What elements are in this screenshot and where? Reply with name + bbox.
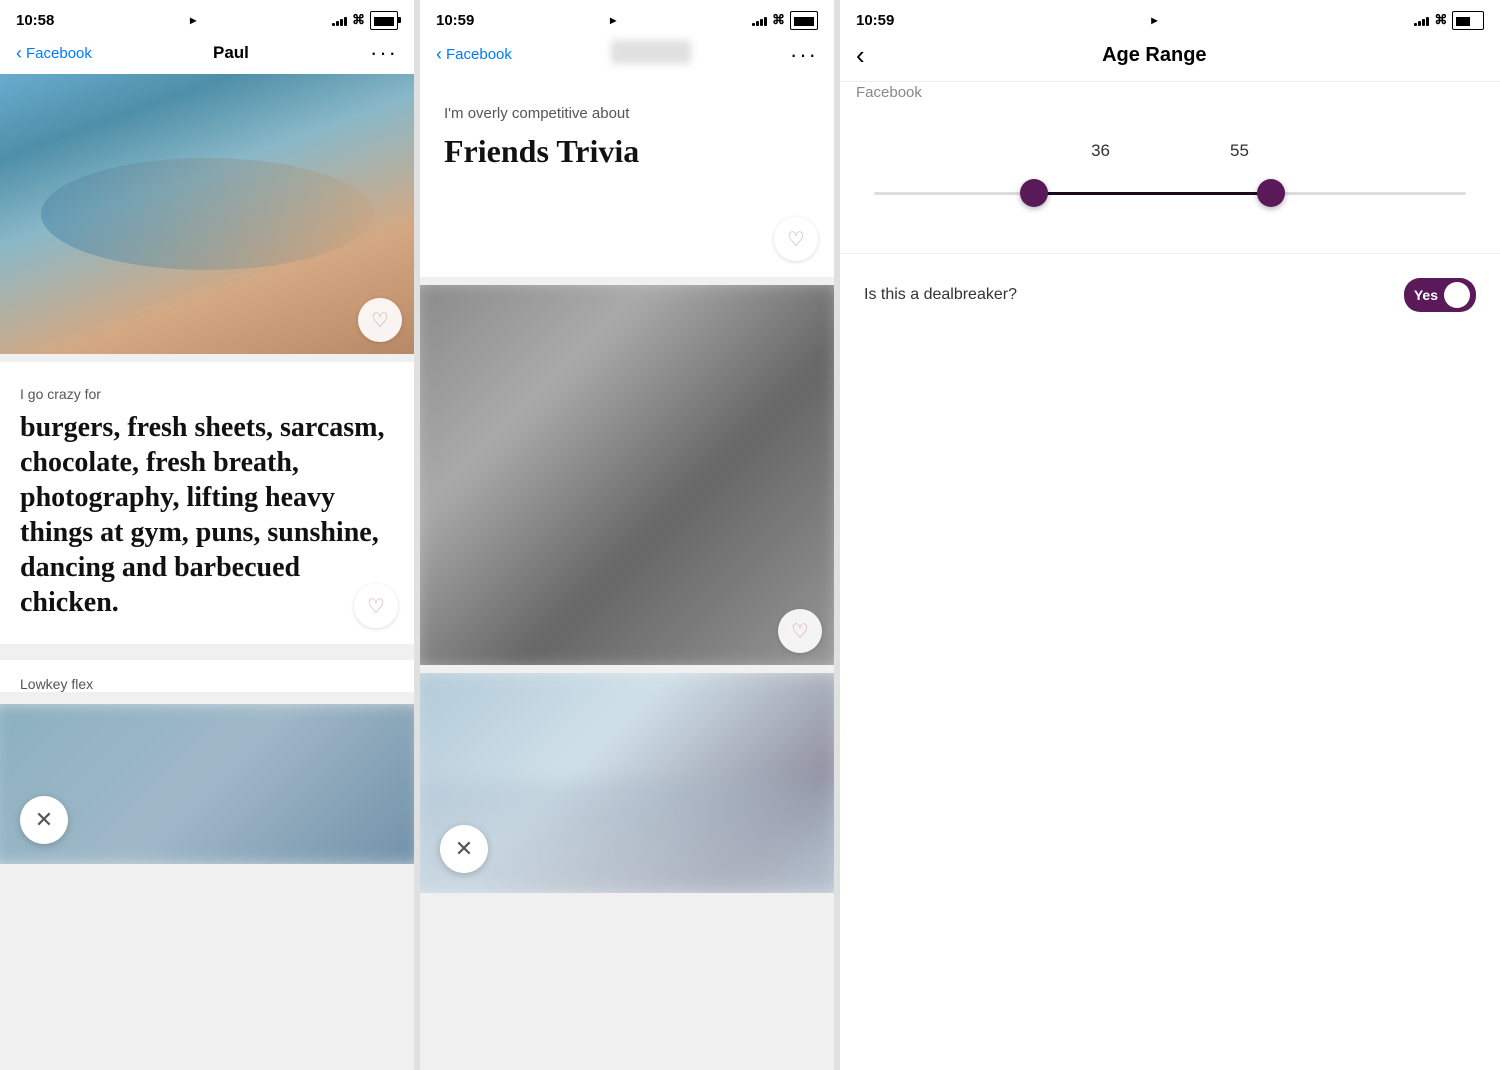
lowkey-flex-section: Lowkey flex ✕ bbox=[0, 652, 414, 872]
dislike-button-1[interactable]: ✕ bbox=[20, 796, 68, 844]
toggle-yes-label: Yes bbox=[1414, 287, 1438, 303]
range-thumb-max[interactable] bbox=[1257, 179, 1285, 207]
time-2: 10:59 bbox=[436, 12, 474, 29]
lowkey-label: Lowkey flex bbox=[20, 676, 394, 692]
profile-name: Paul bbox=[92, 43, 370, 63]
crazy-for-label: I go crazy for bbox=[20, 386, 394, 402]
wifi-icon-3: ⌘ bbox=[1434, 12, 1447, 28]
back-button-1[interactable]: ‹ Facebook bbox=[16, 43, 92, 64]
age-range-section: 36 55 bbox=[840, 111, 1500, 243]
location-icon-1: ▸ bbox=[190, 13, 196, 27]
photo-card-2a: ♡ bbox=[420, 285, 834, 665]
x-icon-2: ✕ bbox=[455, 836, 473, 862]
chevron-icon-1: ‹ bbox=[16, 43, 22, 64]
range-thumb-min[interactable] bbox=[1020, 179, 1048, 207]
battery-icon-3 bbox=[1452, 11, 1484, 30]
battery-icon-2 bbox=[790, 11, 818, 30]
status-icons-1: ⌘ bbox=[332, 11, 398, 30]
lowkey-photo bbox=[0, 704, 414, 864]
status-bar-3: 10:59 ▸ ⌘ bbox=[840, 0, 1500, 36]
back-label-3: Facebook bbox=[856, 84, 922, 101]
heart-icon-trivia: ♡ bbox=[787, 227, 805, 252]
facebook-back-area: Facebook bbox=[840, 82, 1500, 111]
more-button-1[interactable]: ··· bbox=[370, 40, 398, 66]
status-bar-2: 10:59 ▸ ⌘ bbox=[420, 0, 834, 36]
status-bar-1: 10:58 ▸ ⌘ bbox=[0, 0, 414, 36]
age-range-title: Age Range bbox=[865, 44, 1444, 67]
nav-bar-1: ‹ Facebook Paul ··· bbox=[0, 36, 414, 74]
battery-icon-1 bbox=[370, 11, 398, 30]
back-button-3[interactable]: ‹ bbox=[856, 40, 865, 71]
screen3-content: 36 55 Is this a dealbreaker? Yes bbox=[840, 111, 1500, 1070]
dealbreaker-row: Is this a dealbreaker? Yes bbox=[840, 253, 1500, 336]
status-icons-2: ⌘ bbox=[752, 11, 818, 30]
back-label-2: Facebook bbox=[446, 46, 512, 63]
lowkey-label-area: Lowkey flex bbox=[0, 660, 414, 692]
nav-bar-2: ‹ Facebook ··· bbox=[420, 36, 834, 77]
x-icon-1: ✕ bbox=[35, 807, 53, 833]
blurred-name bbox=[611, 40, 691, 64]
location-icon-2: ▸ bbox=[610, 13, 616, 27]
screen2-scroll: I'm overly competitive about Friends Tri… bbox=[420, 77, 834, 1070]
crazy-for-content: burgers, fresh sheets, sarcasm, chocolat… bbox=[20, 410, 394, 620]
wifi-icon-1: ⌘ bbox=[352, 12, 365, 28]
back-button-2[interactable]: ‹ Facebook bbox=[436, 44, 512, 65]
trivia-card: I'm overly competitive about Friends Tri… bbox=[420, 77, 834, 277]
heart-button-photo[interactable]: ♡ bbox=[358, 298, 402, 342]
dealbreaker-toggle[interactable]: Yes bbox=[1404, 278, 1476, 312]
nav-title-blurred bbox=[512, 40, 790, 69]
location-icon-3: ▸ bbox=[1151, 13, 1157, 27]
signal-bars-2 bbox=[752, 14, 767, 26]
heart-button-card1[interactable]: ♡ bbox=[354, 584, 398, 628]
chevron-icon-2: ‹ bbox=[436, 44, 442, 65]
signal-bars-1 bbox=[332, 14, 347, 26]
crazy-for-card: I go crazy for burgers, fresh sheets, sa… bbox=[0, 362, 414, 644]
signal-bars-3 bbox=[1414, 14, 1429, 26]
screen3: 10:59 ▸ ⌘ ‹ Age Range Facebook bbox=[840, 0, 1500, 1070]
toggle-circle bbox=[1444, 282, 1470, 308]
age-range-slider[interactable] bbox=[874, 173, 1466, 213]
screen2: 10:59 ▸ ⌘ ‹ Facebook ··· I' bbox=[420, 0, 835, 1070]
status-icons-3: ⌘ bbox=[1414, 11, 1484, 30]
back-label-1: Facebook bbox=[26, 45, 92, 62]
dislike-button-2[interactable]: ✕ bbox=[440, 825, 488, 873]
screen1-scroll: ♡ I go crazy for burgers, fresh sheets, … bbox=[0, 74, 414, 1070]
more-button-2[interactable]: ··· bbox=[790, 42, 818, 68]
dealbreaker-label: Is this a dealbreaker? bbox=[864, 286, 1017, 304]
heart-button-2a[interactable]: ♡ bbox=[778, 609, 822, 653]
photo-image-2a bbox=[420, 285, 834, 665]
heart-icon-photo: ♡ bbox=[371, 308, 389, 333]
range-fill bbox=[1034, 192, 1271, 195]
time-3: 10:59 bbox=[856, 12, 894, 29]
profile-photo-image bbox=[0, 74, 414, 354]
trivia-title: Friends Trivia bbox=[444, 132, 810, 170]
photo-card-2b: ✕ bbox=[420, 673, 834, 893]
time-1: 10:58 bbox=[16, 12, 54, 29]
heart-icon-2a: ♡ bbox=[791, 619, 809, 644]
nav-bar-3: ‹ Age Range bbox=[840, 36, 1500, 82]
heart-icon-card1: ♡ bbox=[367, 594, 385, 619]
heart-button-trivia[interactable]: ♡ bbox=[774, 217, 818, 261]
trivia-label: I'm overly competitive about bbox=[444, 105, 810, 122]
wifi-icon-2: ⌘ bbox=[772, 12, 785, 28]
screen1: 10:58 ▸ ⌘ ‹ Facebook Paul ··· bbox=[0, 0, 415, 1070]
age-labels-row: 36 55 bbox=[864, 141, 1476, 161]
profile-photo-card: ♡ bbox=[0, 74, 414, 354]
back-arrow-icon-3: ‹ bbox=[856, 40, 865, 71]
age-max-label: 55 bbox=[1230, 141, 1249, 161]
age-min-label: 36 bbox=[1091, 141, 1110, 161]
